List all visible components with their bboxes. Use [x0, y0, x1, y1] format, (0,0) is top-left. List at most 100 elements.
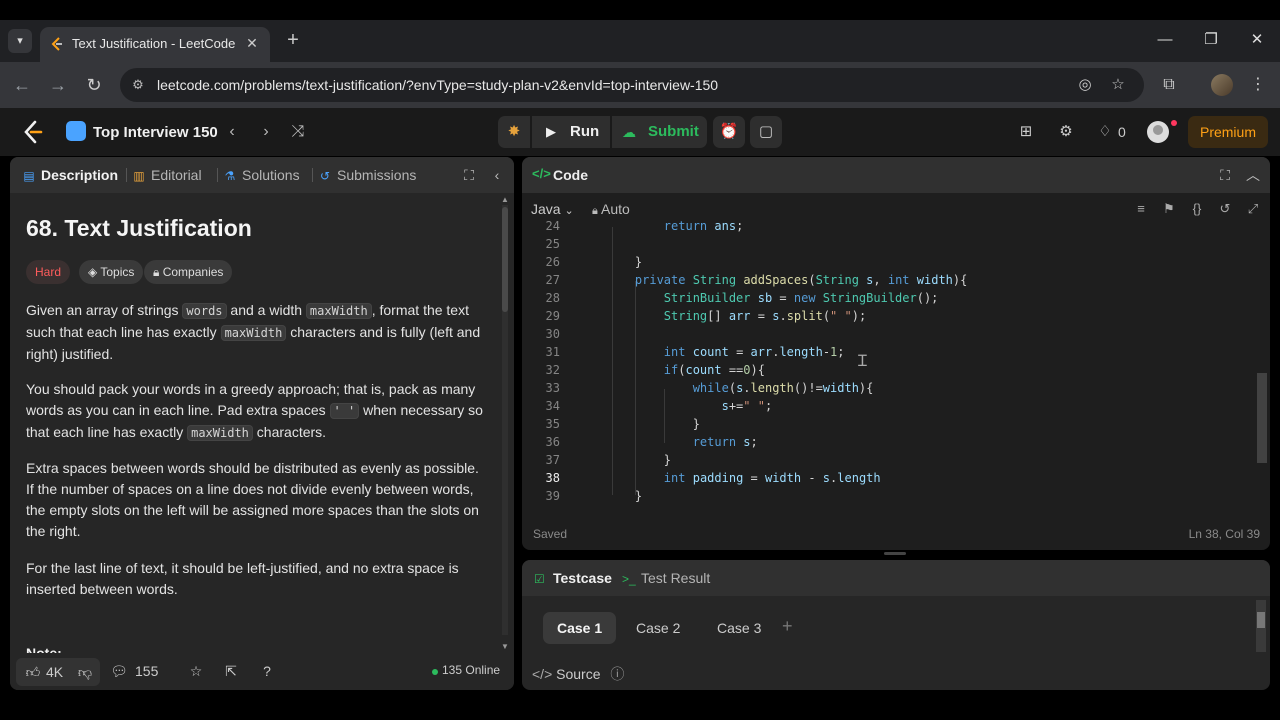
- bookmark-icon[interactable]: ⚑: [1160, 200, 1178, 218]
- scroll-up-icon[interactable]: ▲: [500, 195, 510, 205]
- panel-resize-handle[interactable]: [884, 552, 906, 555]
- thumbs-up-icon[interactable]: 👍︎: [24, 663, 42, 681]
- maximize-icon[interactable]: ⛶: [1216, 166, 1234, 184]
- prev-problem-chevron-icon[interactable]: ‹: [222, 122, 242, 142]
- tab-submissions[interactable]: ↺ Submissions: [312, 157, 416, 193]
- code-line[interactable]: 39 }: [522, 487, 1252, 505]
- fullscreen-icon[interactable]: ⤢: [1244, 200, 1262, 218]
- tab-test-result[interactable]: >_ Test Result: [622, 570, 710, 586]
- reload-icon[interactable]: ↻: [82, 73, 106, 97]
- site-info-icon[interactable]: ⚙: [130, 77, 146, 93]
- address-bar[interactable]: ⚙ leetcode.com/problems/text-justificati…: [120, 68, 1144, 102]
- tab-description[interactable]: ▤ Description: [22, 157, 118, 193]
- code-line[interactable]: 32 if(count ==0){: [522, 361, 1252, 379]
- shuffle-icon[interactable]: ⤨: [288, 122, 308, 142]
- case-tab-1[interactable]: Case 1: [543, 612, 617, 644]
- notes-icon[interactable]: ▢: [750, 116, 782, 148]
- study-plan-icon[interactable]: [66, 121, 86, 141]
- code-line[interactable]: 38 int padding = width - s.length: [522, 469, 1252, 487]
- code-line[interactable]: 34 s+=" ";: [522, 397, 1252, 415]
- collapse-chevron-icon[interactable]: ︿: [1244, 166, 1262, 184]
- tab-description-label: Description: [41, 167, 119, 183]
- testcase-scrollbar[interactable]: [1256, 600, 1266, 652]
- favorite-star-icon[interactable]: ☆: [187, 662, 205, 680]
- auto-label: Auto: [600, 201, 630, 217]
- editor-scrollbar[interactable]: [1255, 229, 1267, 473]
- auto-mode[interactable]: 🔒︎ Auto: [592, 201, 630, 218]
- code-line[interactable]: 37 }: [522, 451, 1252, 469]
- code-line[interactable]: 30: [522, 325, 1252, 343]
- tab-close-icon[interactable]: ✕: [242, 33, 262, 53]
- reset-icon[interactable]: ↺: [1216, 200, 1234, 218]
- help-question-icon: ⓘ: [610, 666, 625, 682]
- format-braces-icon[interactable]: {}: [1188, 200, 1206, 218]
- next-problem-chevron-icon[interactable]: ›: [256, 122, 276, 142]
- code-line[interactable]: 31 int count = arr.length-1;: [522, 343, 1252, 361]
- comment-icon[interactable]: 💬︎: [110, 662, 128, 680]
- submit-button[interactable]: ☁ Submit: [612, 116, 707, 148]
- collapse-chevron-icon[interactable]: ‹: [488, 166, 506, 184]
- tab-editorial-label: Editorial: [151, 167, 202, 183]
- code-line[interactable]: 25: [522, 235, 1252, 253]
- code-editor[interactable]: 24 return ans; 25 26 } 27 private String ad…: [522, 219, 1252, 509]
- forward-arrow-icon[interactable]: →: [46, 73, 70, 97]
- code-line[interactable]: 27 private String addSpaces(String s, in…: [522, 271, 1252, 289]
- notes-list-icon[interactable]: ≡: [1132, 200, 1150, 218]
- code-line[interactable]: 24 return ans;: [522, 219, 1252, 235]
- maximize-icon[interactable]: ⛶: [460, 166, 478, 184]
- tab-editorial[interactable]: ▥ Editorial: [126, 157, 202, 193]
- code-line[interactable]: 29 String[] arr = s.split(" ");: [522, 307, 1252, 325]
- code-line[interactable]: 28 StrinBuilder sb = new StringBuilder()…: [522, 289, 1252, 307]
- scroll-thumb[interactable]: [502, 207, 508, 312]
- help-question-icon[interactable]: ?: [258, 662, 276, 680]
- tab-testcase[interactable]: ☑ Testcase: [534, 570, 612, 586]
- topics-tag[interactable]: ◈ Topics: [79, 260, 144, 284]
- scroll-down-icon[interactable]: ▼: [500, 642, 510, 652]
- code-line[interactable]: 33 while(s.length()!=width){: [522, 379, 1252, 397]
- study-plan-title[interactable]: Top Interview 150: [93, 124, 218, 141]
- browser-menu-icon[interactable]: ⋮: [1246, 73, 1270, 97]
- companies-tag[interactable]: 🔒︎ Companies: [144, 260, 233, 284]
- profile-avatar[interactable]: [1211, 74, 1233, 96]
- inline-code: ' ': [329, 403, 360, 419]
- browser-tab[interactable]: Text Justification - LeetCode ✕: [40, 27, 270, 62]
- eye-off-icon[interactable]: ◎: [1076, 76, 1094, 94]
- streak-fire-icon[interactable]: ♢: [1095, 122, 1115, 142]
- url-text[interactable]: leetcode.com/problems/text-justification…: [157, 77, 718, 93]
- tab-search-chevron-icon[interactable]: ▾: [8, 29, 32, 53]
- leetcode-logo-icon[interactable]: [22, 120, 44, 144]
- back-arrow-icon[interactable]: ←: [10, 73, 34, 97]
- share-icon[interactable]: ⇱: [222, 662, 240, 680]
- run-button[interactable]: ▶ Run: [532, 116, 610, 148]
- language-select[interactable]: Java ⌄: [531, 201, 574, 217]
- minimize-button[interactable]: —: [1150, 28, 1180, 52]
- code-line[interactable]: 35 }: [522, 415, 1252, 433]
- restore-button[interactable]: ❐: [1196, 28, 1226, 52]
- code-line[interactable]: 36 return s;: [522, 433, 1252, 451]
- tab-solutions[interactable]: ⚗ Solutions: [217, 157, 300, 193]
- testcase-scroll-thumb[interactable]: [1257, 612, 1265, 628]
- layout-grid-icon[interactable]: ⊞: [1016, 122, 1036, 142]
- code-line[interactable]: 26 }: [522, 253, 1252, 271]
- new-tab-button[interactable]: +: [282, 29, 304, 51]
- browser-toolbar: ← → ↻ ⚙ leetcode.com/problems/text-justi…: [0, 62, 1280, 108]
- description-scrollbar[interactable]: ▲ ▼: [500, 195, 510, 653]
- timer-alarm-icon[interactable]: ⏰: [713, 116, 745, 148]
- debug-bug-icon[interactable]: ✸: [498, 116, 530, 148]
- user-avatar[interactable]: [1147, 121, 1169, 143]
- thumbs-down-icon[interactable]: 👎︎: [76, 663, 94, 681]
- source-link[interactable]: </> Source ⓘ: [532, 664, 624, 684]
- add-case-button[interactable]: +: [782, 616, 793, 637]
- line-number: 37: [545, 453, 560, 467]
- extensions-puzzle-icon[interactable]: ⧉: [1157, 73, 1181, 97]
- case-tab-3[interactable]: Case 3: [703, 612, 775, 644]
- description-panel: ▤ Description ▥ Editorial ⚗ Solutions ↺ Subm…: [10, 157, 514, 690]
- close-window-button[interactable]: ✕: [1242, 28, 1272, 52]
- bookmark-star-icon[interactable]: ☆: [1109, 76, 1127, 94]
- line-number: 32: [545, 363, 560, 377]
- case-tab-2[interactable]: Case 2: [622, 612, 694, 644]
- editor-scroll-thumb[interactable]: [1257, 373, 1267, 463]
- comments-count[interactable]: 155: [135, 663, 158, 679]
- premium-button[interactable]: Premium: [1188, 116, 1268, 148]
- settings-gear-icon[interactable]: ⚙: [1056, 122, 1076, 142]
